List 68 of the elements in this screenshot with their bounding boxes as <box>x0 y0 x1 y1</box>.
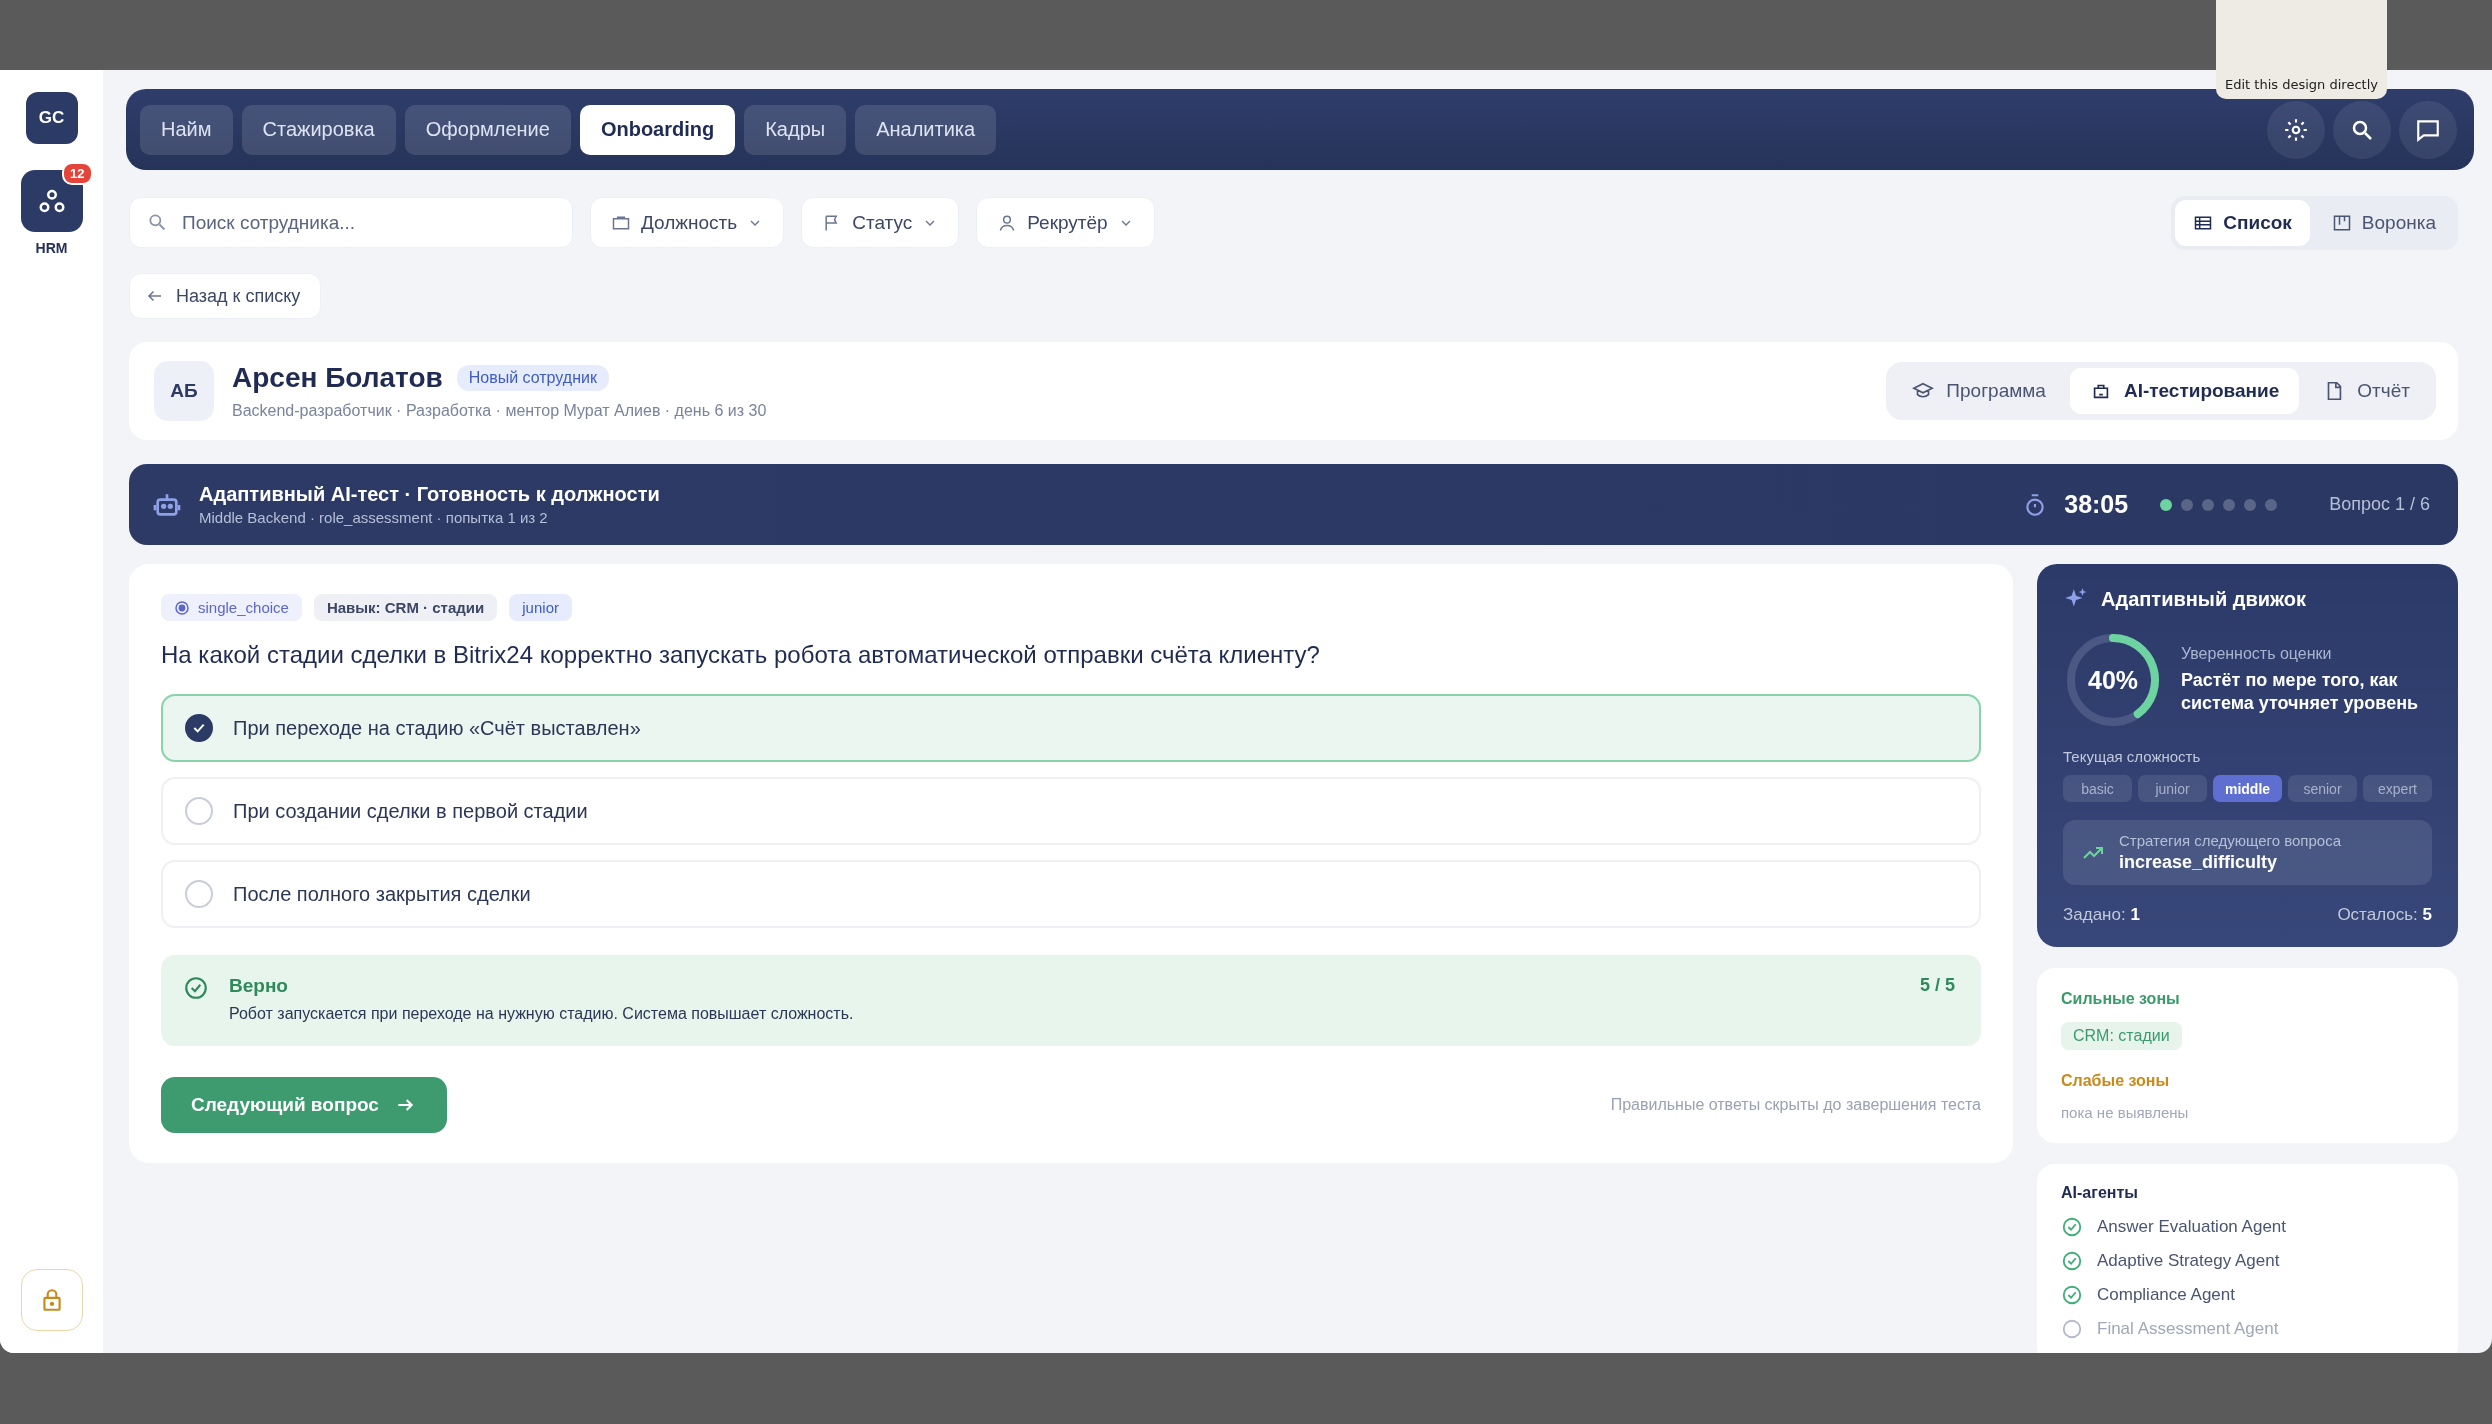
strategy-label: Стратегия следующего вопроса <box>2119 832 2341 849</box>
nav-tab[interactable]: Аналитика <box>855 104 997 155</box>
agent-name: Compliance Agent <box>2097 1285 2235 1305</box>
tooltip: Edit this design directly <box>2216 0 2387 99</box>
check-circle-icon <box>183 975 209 1001</box>
employee-tab[interactable]: Отчёт <box>2303 368 2430 414</box>
feedback-title: Верно <box>229 975 289 997</box>
question-counter: Вопрос 1 / 6 <box>2329 494 2430 515</box>
difficulty-chip: junior <box>2138 775 2207 802</box>
test-title: Адаптивный AI-тест · Готовность к должности <box>199 483 660 506</box>
filter-dropdown[interactable]: Рекрутёр <box>976 197 1155 248</box>
agent-name: Final Assessment Agent <box>2097 1319 2279 1339</box>
feedback-text: Робот запускается при переходе на нужную стадию. Система повышает сложность. <box>229 1005 855 1023</box>
asked-count: Задано: 1 <box>2063 905 2140 925</box>
hint-text: Правильные ответы скрыты до завершения теста <box>1610 1096 1981 1114</box>
employee-name: Арсен Болатов <box>232 362 443 394</box>
answer-option[interactable]: После полного закрытия сделки <box>161 860 1981 928</box>
workspace-avatar[interactable]: GC <box>25 92 78 144</box>
confidence-description: Растёт по мере того, как система уточняет уровень <box>2181 668 2420 715</box>
question-tag: Навык: CRM · стадии <box>313 594 498 621</box>
strategy-value: increase_difficulty <box>2119 852 2279 873</box>
employee-tab[interactable]: Программа <box>1892 368 2066 414</box>
agents-title: AI-агенты <box>2061 1184 2139 1202</box>
question-text: На какой стадии сделки в Bitrix24 корректно запускать робота автоматической отправки счёта клиенту? <box>161 641 1321 669</box>
back-button[interactable]: Назад к списку <box>129 273 322 319</box>
app-button[interactable] <box>20 170 83 232</box>
question-tag: single_choice <box>161 594 302 621</box>
app-label: HRM <box>35 240 68 256</box>
filter-dropdown[interactable]: Статус <box>801 197 960 248</box>
lock-button[interactable] <box>20 1269 83 1331</box>
employee-avatar: АБ <box>154 361 214 421</box>
employee-tab[interactable]: AI-тестирование <box>2069 368 2300 414</box>
notification-badge: 12 <box>62 162 93 185</box>
nav-tab[interactable]: Найм <box>140 104 233 155</box>
remaining-count: Осталось: 5 <box>2337 905 2432 925</box>
strong-zones-title: Сильные зоны <box>2061 990 2180 1008</box>
settings-icon <box>2283 116 2309 143</box>
empty-text: пока не выявлены <box>2061 1104 2189 1121</box>
difficulty-chip: expert <box>2363 775 2432 802</box>
answer-option[interactable]: При переходе на стадию «Счёт выставлен» <box>161 694 1981 762</box>
radio-icon <box>174 599 190 616</box>
difficulty-label: Текущая сложность <box>2063 748 2202 765</box>
nav-tab[interactable]: Кадры <box>744 104 847 155</box>
timer: 38:05 <box>2064 490 2129 519</box>
view-option[interactable]: Список <box>2175 199 2310 246</box>
nav-tab[interactable]: Оформление <box>404 104 571 155</box>
zone-tag: CRM: стадии <box>2061 1022 2182 1050</box>
engine-title: Адаптивный движок <box>2101 587 2306 611</box>
view-option[interactable]: Воронка <box>2313 199 2454 246</box>
confidence-label: Уверенность оценки <box>2181 644 2333 663</box>
search-icon <box>147 212 167 232</box>
difficulty-chip: senior <box>2288 775 2357 802</box>
answer-option[interactable]: При создании сделки в первой стадии <box>161 777 1981 845</box>
difficulty-chip: middle <box>2213 775 2282 802</box>
question-tag: junior <box>509 594 572 621</box>
nav-tab[interactable]: Стажировка <box>241 104 396 155</box>
difficulty-chip: basic <box>2063 775 2132 802</box>
search-field[interactable]: Поиск сотрудника... <box>129 197 573 248</box>
agent-name: Adaptive Strategy Agent <box>2097 1251 2280 1271</box>
status-badge: Новый сотрудник <box>456 365 609 391</box>
agent-name: Answer Evaluation Agent <box>2097 1217 2286 1237</box>
filter-dropdown[interactable]: Должность <box>590 197 785 248</box>
score: 5 / 5 <box>1919 975 1955 996</box>
test-subtitle: Middle Backend · role_assessment · попытка 1 из 2 <box>199 509 549 526</box>
weak-zones-title: Слабые зоны <box>2061 1072 2170 1090</box>
nav-tab[interactable]: Onboarding <box>579 104 736 155</box>
confidence-value: 40% <box>2088 665 2138 695</box>
employee-details: Backend-разработчик · Разработка · ментор Мурат Алиев · день 6 из 30 <box>232 402 767 420</box>
